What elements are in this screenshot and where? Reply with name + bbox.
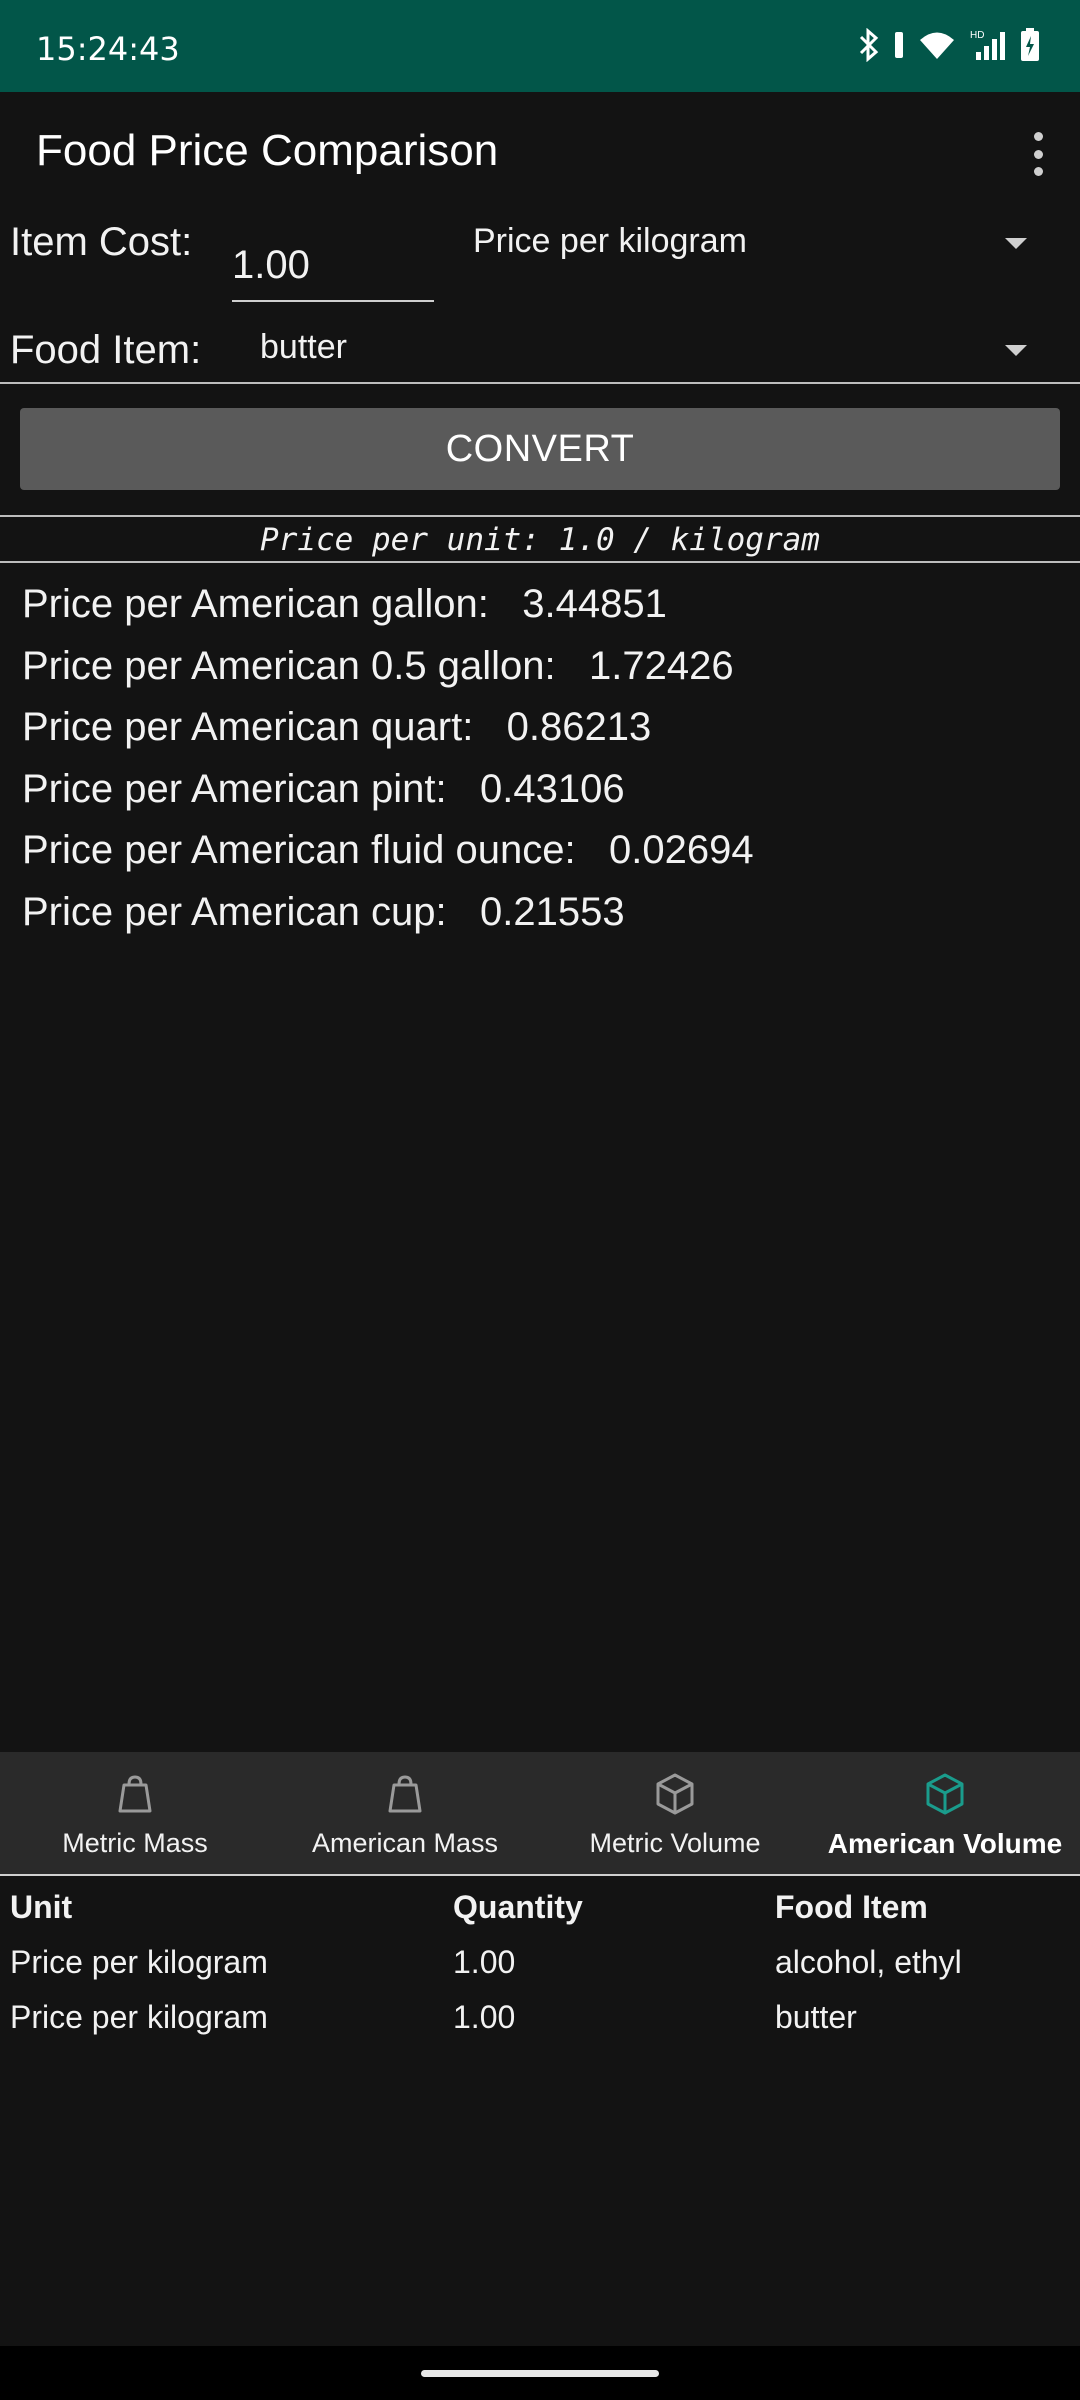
results-list: Price per American gallon: 3.44851 Price… bbox=[22, 574, 754, 943]
item-cost-input[interactable]: 1.00 bbox=[232, 232, 434, 302]
unit-spinner[interactable]: Price per kilogram bbox=[473, 222, 747, 261]
history-table: Unit Quantity Food Item Price per kilogr… bbox=[10, 1880, 1070, 2045]
result-label: Price per American 0.5 gallon: bbox=[22, 643, 556, 688]
status-time: 15:24:43 bbox=[36, 30, 180, 68]
app-title: Food Price Comparison bbox=[36, 126, 499, 175]
header-unit: Unit bbox=[10, 1889, 73, 1925]
item-cost-label: Item Cost: bbox=[10, 220, 193, 264]
convert-button[interactable]: CONVERT bbox=[20, 408, 1060, 490]
tab-label: Metric Volume bbox=[589, 1828, 761, 1858]
table-header: Unit Quantity Food Item bbox=[10, 1880, 1070, 1935]
unit-summary: Price per unit: 1.0 / kilogram bbox=[260, 522, 820, 558]
vibrate-icon bbox=[895, 32, 903, 58]
chevron-down-icon[interactable] bbox=[1005, 345, 1027, 356]
result-label: Price per American gallon: bbox=[22, 582, 489, 626]
cell-quantity: 1.00 bbox=[453, 1944, 516, 1980]
cube-icon bbox=[656, 1773, 694, 1815]
more-vert-icon[interactable] bbox=[1028, 132, 1048, 176]
status-bar: 15:24:43 HD bbox=[0, 0, 1080, 92]
food-item-spinner[interactable]: butter bbox=[260, 328, 347, 367]
header-quantity: Quantity bbox=[453, 1889, 583, 1925]
weight-icon bbox=[118, 1775, 152, 1813]
status-icons: HD bbox=[858, 28, 1040, 62]
header-food-item: Food Item bbox=[775, 1889, 928, 1925]
result-value: 1.72426 bbox=[588, 643, 734, 688]
result-label: Price per American pint: bbox=[22, 766, 447, 811]
tab-label: Metric Mass bbox=[62, 1828, 208, 1858]
divider bbox=[0, 515, 1080, 517]
food-item-label: Food Item: bbox=[10, 328, 202, 372]
tab-american-mass[interactable]: American Mass bbox=[270, 1752, 540, 1874]
table-row[interactable]: Price per kilogram 1.00 alcohol, ethyl bbox=[10, 1935, 1070, 1990]
result-row: Price per American cup: 0.21553 bbox=[22, 882, 754, 944]
result-row: Price per American quart: 0.86213 bbox=[22, 697, 754, 759]
result-value: 3.44851 bbox=[522, 582, 667, 626]
bluetooth-icon bbox=[859, 28, 879, 62]
result-label: Price per American quart: bbox=[22, 705, 474, 749]
result-value: 0.02694 bbox=[608, 828, 754, 872]
result-value: 0.43106 bbox=[479, 766, 625, 811]
result-value: 0.21553 bbox=[479, 889, 625, 934]
result-row: Price per American pint: 0.43106 bbox=[22, 759, 754, 821]
cube-icon bbox=[926, 1773, 964, 1815]
hd-label: HD bbox=[970, 30, 984, 41]
divider bbox=[0, 382, 1080, 384]
wifi-icon bbox=[920, 32, 954, 59]
weight-icon bbox=[388, 1775, 422, 1813]
bottom-navigation: Metric Mass American Mass Metric Volume … bbox=[0, 1752, 1080, 1874]
result-row: Price per American gallon: 3.44851 bbox=[22, 574, 754, 636]
cell-food-item: alcohol, ethyl bbox=[775, 1944, 962, 1980]
result-label: Price per American cup: bbox=[22, 889, 447, 934]
cell-food-item: butter bbox=[775, 1999, 857, 2035]
result-row: Price per American 0.5 gallon: 1.72426 bbox=[22, 636, 754, 698]
cell-unit: Price per kilogram bbox=[10, 1999, 268, 2035]
tab-metric-volume[interactable]: Metric Volume bbox=[540, 1752, 810, 1874]
tab-metric-mass[interactable]: Metric Mass bbox=[0, 1752, 270, 1874]
battery-icon bbox=[1021, 28, 1039, 61]
app-bar: Food Price Comparison bbox=[0, 92, 1080, 212]
cell-unit: Price per kilogram bbox=[10, 1944, 268, 1980]
home-gesture-handle[interactable] bbox=[421, 2370, 659, 2377]
result-value: 0.86213 bbox=[506, 705, 652, 749]
chevron-down-icon[interactable] bbox=[1005, 238, 1027, 249]
signal-icon: HD bbox=[970, 30, 1005, 60]
tab-label: American Volume bbox=[827, 1828, 1063, 1859]
result-row: Price per American fluid ounce: 0.02694 bbox=[22, 820, 754, 882]
table-row[interactable]: Price per kilogram 1.00 butter bbox=[10, 1990, 1070, 2045]
cell-quantity: 1.00 bbox=[453, 1999, 516, 2035]
tab-american-volume[interactable]: American Volume bbox=[810, 1752, 1080, 1874]
result-label: Price per American fluid ounce: bbox=[22, 828, 576, 872]
divider bbox=[0, 561, 1080, 563]
divider bbox=[0, 1874, 1080, 1876]
tab-label: American Mass bbox=[311, 1828, 499, 1858]
